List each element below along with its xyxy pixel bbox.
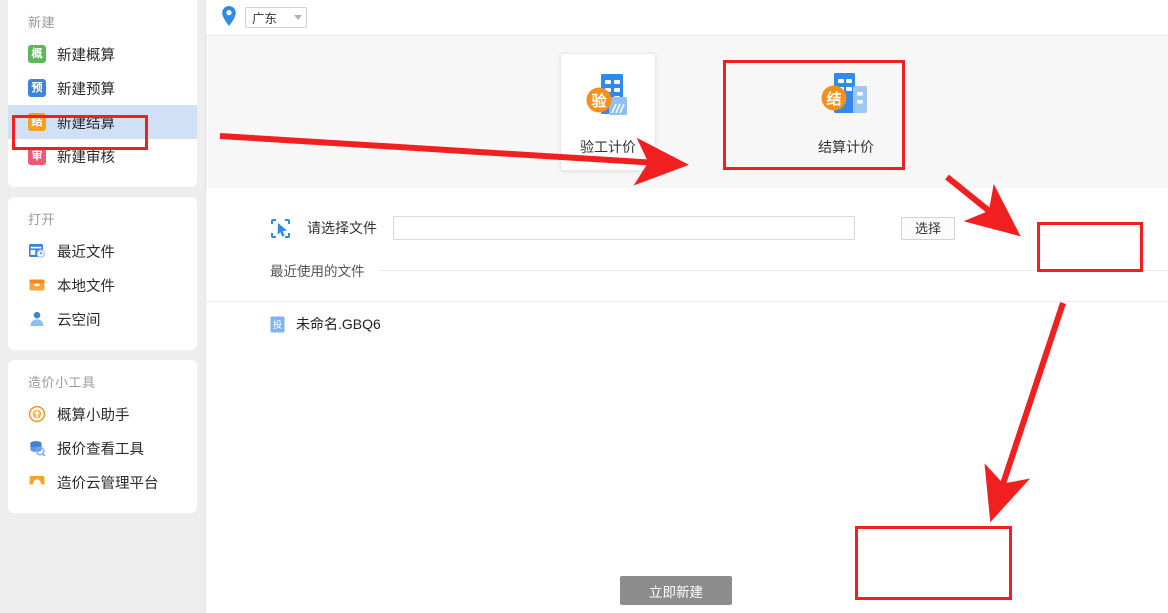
sidebar-item-cloud-space[interactable]: 云空间 — [8, 302, 197, 336]
cloud-platform-icon — [28, 473, 46, 491]
card-yangong-pricing[interactable]: 验 验工计价 — [560, 53, 656, 171]
main-content: 广东 验 验工计价 结 结算计价 请选择文件 选择 最近使用的文件 投 未命名.… — [206, 0, 1168, 613]
sidebar-item-quote-viewer[interactable]: 报价查看工具 — [8, 431, 197, 465]
recent-files-header: 最近使用的文件 — [206, 240, 1168, 280]
recent-files-list: 投 未命名.GBQ6 — [206, 301, 1168, 346]
region-select-value: 广东 — [252, 12, 278, 26]
sidebar: 新建 概 新建概算 预 新建预算 结 新建结算 审 新建审核 打开 最近文件 本… — [0, 0, 206, 613]
recent-files-title: 最近使用的文件 — [270, 264, 365, 279]
jiesuan-building-icon: 结 — [817, 67, 875, 125]
card-label: 结算计价 — [818, 139, 874, 155]
svg-text:验: 验 — [591, 92, 607, 110]
divider — [378, 269, 1168, 271]
file-picker-row: 请选择文件 选择 — [206, 188, 1168, 240]
sidebar-item-label: 云空间 — [57, 312, 101, 329]
file-selection-section: 请选择文件 选择 最近使用的文件 投 未命名.GBQ6 立即新建 — [206, 188, 1168, 613]
sidebar-item-new-budget[interactable]: 预 新建预算 — [8, 71, 197, 105]
recent-files-icon — [28, 242, 46, 260]
list-item[interactable]: 投 未命名.GBQ6 — [206, 301, 1168, 346]
yu-square-icon: 预 — [28, 79, 46, 97]
application-window: 新建 概 新建概算 预 新建预算 结 新建结算 审 新建审核 打开 最近文件 本… — [0, 0, 1168, 613]
create-now-button[interactable]: 立即新建 — [620, 576, 732, 605]
sidebar-section-title-open: 打开 — [28, 212, 56, 227]
sidebar-item-label: 本地文件 — [57, 278, 115, 295]
card-jiesuan-pricing[interactable]: 结 结算计价 — [798, 53, 894, 171]
svg-text:投: 投 — [273, 319, 283, 331]
sidebar-item-label: 新建审核 — [57, 149, 115, 166]
quote-search-icon — [28, 439, 46, 457]
sidebar-item-label: 概算小助手 — [57, 407, 130, 424]
sidebar-item-cost-cloud-platform[interactable]: 造价云管理平台 — [8, 465, 197, 499]
sidebar-item-recent-files[interactable]: 最近文件 — [8, 234, 197, 268]
yangong-building-icon: 验 — [579, 67, 637, 125]
region-select[interactable]: 广东 — [245, 7, 307, 28]
sidebar-item-label: 报价查看工具 — [57, 441, 144, 458]
pricing-type-band: 验 验工计价 结 结算计价 — [206, 35, 1168, 188]
sidebar-item-new-settlement[interactable]: 结 新建结算 — [8, 105, 197, 139]
file-path-input[interactable] — [393, 216, 855, 240]
file-picker-label: 请选择文件 — [307, 220, 377, 236]
sidebar-item-label: 新建概算 — [57, 47, 115, 64]
sidebar-item-estimate-assistant[interactable]: 概算小助手 — [8, 397, 197, 431]
sidebar-item-new-estimate[interactable]: 概 新建概算 — [8, 37, 197, 71]
create-action-row: 立即新建 — [206, 576, 1168, 605]
coin-assistant-icon — [28, 405, 46, 423]
sidebar-section-open: 打开 最近文件 本地文件 云空间 — [8, 197, 197, 350]
sidebar-item-label: 最近文件 — [57, 244, 115, 261]
gai-square-icon: 概 — [28, 45, 46, 63]
sidebar-section-title-new: 新建 — [28, 15, 56, 30]
cloud-user-icon — [28, 310, 46, 328]
chevron-down-icon — [294, 15, 302, 20]
sidebar-item-local-files[interactable]: 本地文件 — [8, 268, 197, 302]
sidebar-item-new-audit[interactable]: 审 新建审核 — [8, 139, 197, 173]
sidebar-item-label: 新建预算 — [57, 81, 115, 98]
sidebar-section-new: 新建 概 新建概算 预 新建预算 结 新建结算 审 新建审核 — [8, 0, 197, 187]
file-name: 未命名.GBQ6 — [296, 316, 381, 332]
sidebar-item-label: 新建结算 — [57, 115, 115, 132]
sidebar-item-label: 造价云管理平台 — [57, 475, 159, 492]
topbar: 广东 — [206, 0, 1168, 35]
svg-text:结: 结 — [826, 90, 841, 108]
sidebar-section-tools: 造价小工具 概算小助手 报价查看工具 造价云管理平台 — [8, 360, 197, 513]
tou-file-icon: 投 — [270, 316, 285, 333]
jie-square-icon: 结 — [28, 113, 46, 131]
choose-file-button[interactable]: 选择 — [901, 216, 955, 240]
map-pin-icon — [220, 5, 238, 27]
local-folder-icon — [28, 276, 46, 294]
shen-square-icon: 审 — [28, 147, 46, 165]
card-label: 验工计价 — [580, 139, 636, 155]
select-file-cursor-icon — [270, 218, 291, 239]
sidebar-section-title-tools: 造价小工具 — [28, 375, 96, 390]
